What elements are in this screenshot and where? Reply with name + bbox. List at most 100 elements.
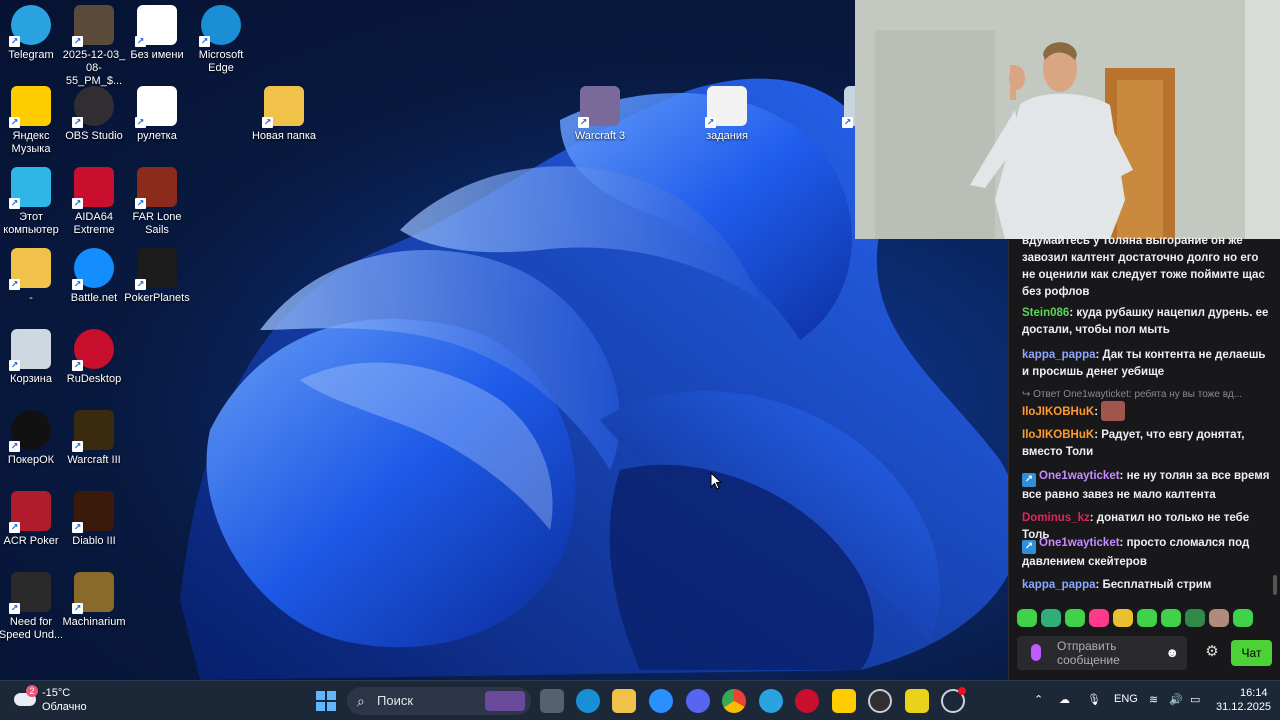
shortcut-arrow-icon: ↗ [72,117,83,128]
chat-message: ↗ One1wayticket: просто сломался под давл… [1022,537,1250,568]
battery-icon[interactable]: ▭ [1190,693,1200,706]
desktop-icon-machinarium[interactable]: ↗ Machinarium [58,572,130,629]
chat-username[interactable]: One1wayticket [1039,537,1120,549]
taskbar-search-box[interactable]: ⌕ Поиск [347,687,531,715]
search-icon: ⌕ [357,693,365,709]
desktop-icon-nfs[interactable]: ↗ Need for Speed Und... [0,572,67,642]
clock-time[interactable]: 16:14 [1240,687,1268,699]
chevron-up-icon[interactable]: ⌃ [1034,693,1043,706]
cloud-icon[interactable]: ☁ [1059,693,1070,706]
edge-icon: ↗ [199,5,241,47]
emote-icon[interactable] [1041,609,1061,627]
emote-icon[interactable] [1017,609,1037,627]
mouse-cursor-icon [710,472,722,490]
emote-icon[interactable] [1137,609,1157,627]
desktop-icon-this-pc[interactable]: ↗ Этот компьютер [0,167,67,237]
chrome-icon[interactable] [722,689,746,713]
chat-message: ↗ One1wayticket: не ну толян за все время… [1022,470,1270,501]
wifi-icon[interactable]: ≋ [1149,693,1158,706]
desktop-icon-battlenet[interactable]: ↗ Battle.net [58,248,130,305]
emoji-icon[interactable]: ☻ [1165,645,1179,660]
telegram-icon[interactable] [759,689,783,713]
chat-username[interactable]: One1wayticket [1039,470,1120,482]
emote-icon[interactable] [1233,609,1253,627]
shortcut-arrow-icon: ↗ [135,279,146,290]
chat-username[interactable]: IloJIKOBHuK [1022,429,1094,441]
shortcut-arrow-icon: ↗ [9,279,20,290]
desktop-icon-ruletka[interactable]: ↗ рулетка [121,86,193,143]
chat-username[interactable]: Stein086 [1022,307,1069,319]
shortcut-arrow-icon: ↗ [842,117,853,128]
desktop-icon-pokerplanets[interactable]: ↗ PokerPlanets [121,248,193,305]
microphone-icon[interactable] [1031,644,1041,661]
weather-alert-badge: 2 [26,685,38,697]
desktop-icon-edge[interactable]: ↗ Microsoft Edge [185,5,257,75]
volume-icon[interactable]: 🔊 [1169,693,1183,706]
task-view-icon[interactable] [540,689,564,713]
desktop-icon-far-lone-sails[interactable]: ↗ FAR Lone Sails [121,167,193,237]
shortcut-arrow-icon: ↗ [9,522,20,533]
chat-username[interactable]: Dominus_kz [1022,512,1090,524]
desktop-icon-warcraft3[interactable]: ↗ Warcraft III [58,410,130,467]
desktop-icon-telegram[interactable]: ↗ Telegram [0,5,67,62]
shortcut-arrow-icon: ↗ [9,36,20,47]
language-indicator[interactable]: ENG [1114,693,1138,705]
image-file-icon: ↗ [135,5,177,47]
notification-dot [958,687,966,695]
desktop-icon-aida64[interactable]: ↗ AIDA64 Extreme [58,167,130,237]
poker-icon: ↗ [135,248,177,290]
desktop-icon-new-folder[interactable]: ↗ Новая папка [248,86,320,143]
chat-input-placeholder: Отправить сообщение [1057,639,1120,667]
file-explorer-icon[interactable] [612,689,636,713]
desktop-icon-yandex-music[interactable]: ↗ Яндекс Музыка [0,86,67,156]
chat-username[interactable]: kappa_pappa [1022,579,1096,591]
desktop-icon-label: OBS Studio [65,130,123,142]
chat-reply-reference[interactable]: ↪ Ответ One1wayticket: ребята ну вы тоже… [1022,389,1272,400]
weather-temperature: -15°C [42,687,71,699]
emote-icon[interactable] [1185,609,1205,627]
desktop-icon-label: AIDA64 Extreme [73,211,115,236]
obs-icon[interactable] [868,689,892,713]
emote-icon[interactable] [1209,609,1229,627]
emote-icon[interactable] [1113,609,1133,627]
app-icon[interactable] [905,689,929,713]
emote-icon[interactable] [1089,609,1109,627]
weather-widget[interactable]: 2 -15°C Облачно [14,685,104,717]
shortcut-arrow-icon: ↗ [72,198,83,209]
yandex-music-icon[interactable] [832,689,856,713]
shortcut-arrow-icon: ↗ [9,603,20,614]
chat-settings-gear-icon[interactable]: ⚙ [1202,642,1222,662]
desktop-icon-label: Новая папка [251,130,317,142]
desktop-icon-rudesktop[interactable]: ↗ RuDesktop [58,329,130,386]
diablo-icon: ↗ [72,491,114,533]
emote-icon[interactable] [1161,609,1181,627]
desktop-icon-pokerok[interactable]: ↗ ПокерОК [0,410,67,467]
desktop-icon-diablo3[interactable]: ↗ Diablo III [58,491,130,548]
desktop-icon-obs[interactable]: ↗ OBS Studio [58,86,130,143]
shortcut-arrow-icon: ↗ [135,198,146,209]
chat-scrollbar[interactable] [1273,575,1277,595]
desktop-icon-acr-poker[interactable]: ↗ ACR Poker [0,491,67,548]
desktop-icon-bez-imeni[interactable]: ↗ Без имени [121,5,193,62]
rudesktop-icon[interactable] [795,689,819,713]
microphone-icon[interactable]: 🎙 [1087,693,1101,706]
desktop-icon-label: 2025-12-03_ 08-55_PM_$... [62,49,126,87]
chat-username[interactable]: IloJIKOBHuK [1022,406,1094,418]
emote-bar [1017,609,1253,629]
windows-start-icon[interactable] [314,689,338,713]
chat-send-button[interactable]: Чат [1231,640,1272,666]
desktop-icon-label: рулетка [137,130,177,142]
desktop-icon-screenshot-file[interactable]: ↗ 2025-12-03_ 08-55_PM_$... [58,5,130,88]
discord-icon[interactable] [686,689,710,713]
desktop-icon-dash-folder[interactable]: ↗ - [0,248,67,305]
chat-username[interactable]: kappa_pappa [1022,349,1096,361]
desktop-icon-zadaniya[interactable]: ↗ задания [691,86,763,143]
clock-date[interactable]: 31.12.2025 [1216,701,1271,713]
machinarium-icon: ↗ [72,572,114,614]
cortana-icon[interactable] [649,689,673,713]
edge-icon[interactable] [576,689,600,713]
desktop-icon-recycle-bin[interactable]: ↗ Корзина [0,329,67,386]
desktop-icon-warcraft3-top[interactable]: ↗ Warcraft 3 [564,86,636,143]
emote-icon[interactable] [1065,609,1085,627]
chat-message-input[interactable]: Отправить сообщение ☻ [1017,636,1187,670]
